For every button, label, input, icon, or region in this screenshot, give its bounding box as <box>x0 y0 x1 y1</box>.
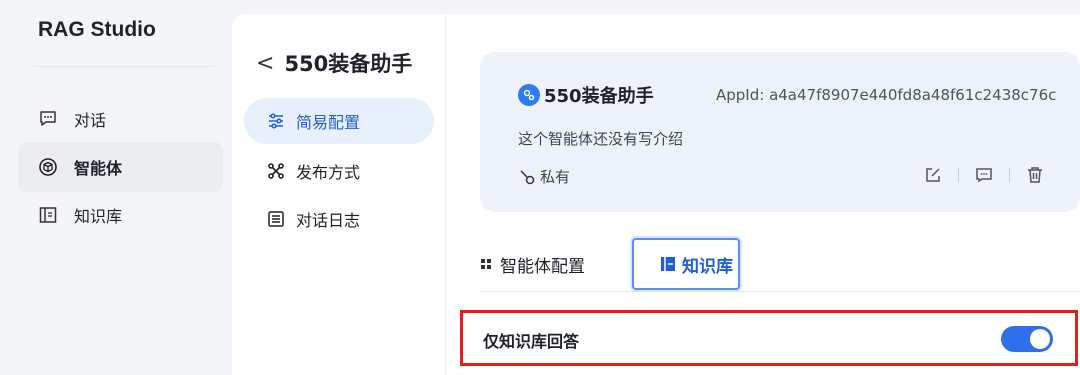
chat-icon[interactable] <box>971 162 997 188</box>
tab-label: 知识库 <box>682 256 733 277</box>
sidebar-item-label: 对话 <box>74 111 107 130</box>
sub-nav: < 550装备助手 简易配置 发布方式 对话日志 <box>232 14 446 375</box>
sidebar-item-label: 知识库 <box>74 207 123 226</box>
divider <box>1009 168 1010 182</box>
card-actions <box>920 162 1048 188</box>
visibility-text: 私有 <box>540 168 571 186</box>
book-icon <box>38 205 58 225</box>
sidebar-item-agent[interactable]: 智能体 <box>18 142 223 192</box>
sidebar-item-knowledge[interactable]: 知识库 <box>18 190 223 240</box>
kb-only-label: 仅知识库回答 <box>483 332 580 351</box>
app-logo-icon <box>518 84 540 106</box>
app-name: 550装备助手 <box>518 82 654 108</box>
subnav-item-chat-log[interactable]: 对话日志 <box>244 196 434 242</box>
trash-icon[interactable] <box>1022 162 1048 188</box>
main-panel: < 550装备助手 简易配置 发布方式 对话日志 550装备助手 AppId: … <box>232 14 1080 375</box>
page-title: 550装备助手 <box>284 52 413 76</box>
app-name-text: 550装备助手 <box>544 86 654 107</box>
back-button[interactable]: < 550装备助手 <box>256 48 412 78</box>
app-info-card: 550装备助手 AppId: a4a47f8907e440fd8a48f61c2… <box>480 52 1080 212</box>
kb-icon <box>660 256 676 272</box>
sidebar-item-chat[interactable]: 对话 <box>18 94 223 144</box>
divider <box>958 168 959 182</box>
brand-title: RAG Studio <box>38 18 156 41</box>
toggle-knob <box>1030 329 1050 349</box>
app-id: AppId: a4a47f8907e440fd8a48f61c2438c76c <box>716 86 1057 104</box>
subnav-item-publish[interactable]: 发布方式 <box>244 148 434 194</box>
tab-agent-config[interactable]: 智能体配置 <box>480 238 585 290</box>
visibility-label: 私有 <box>518 166 570 187</box>
divider <box>34 66 214 67</box>
share-nodes-icon <box>266 161 286 181</box>
chevron-left-icon: < <box>256 50 275 76</box>
lock-open-icon <box>518 168 536 186</box>
kb-only-setting-row: 仅知识库回答 <box>460 310 1078 366</box>
sidebar: RAG Studio 对话 智能体 知识库 <box>0 0 224 375</box>
edit-icon[interactable] <box>920 162 946 188</box>
chat-bubble-icon <box>38 109 58 129</box>
tab-label: 智能体配置 <box>500 256 585 277</box>
subnav-item-simple-config[interactable]: 简易配置 <box>244 98 434 144</box>
sidebar-item-label: 智能体 <box>74 159 123 178</box>
grid-dots-icon <box>480 257 494 271</box>
tab-knowledge[interactable]: 知识库 <box>632 238 740 290</box>
subnav-item-label: 对话日志 <box>296 211 361 230</box>
list-log-icon <box>266 209 286 229</box>
subnav-item-label: 发布方式 <box>296 163 361 182</box>
cube-icon <box>38 157 58 177</box>
app-description: 这个智能体还没有写介绍 <box>518 130 684 148</box>
sliders-icon <box>266 111 286 131</box>
config-tabs: 智能体配置 知识库 <box>480 236 1080 292</box>
subnav-item-label: 简易配置 <box>296 113 361 132</box>
kb-only-toggle[interactable] <box>1001 326 1053 352</box>
